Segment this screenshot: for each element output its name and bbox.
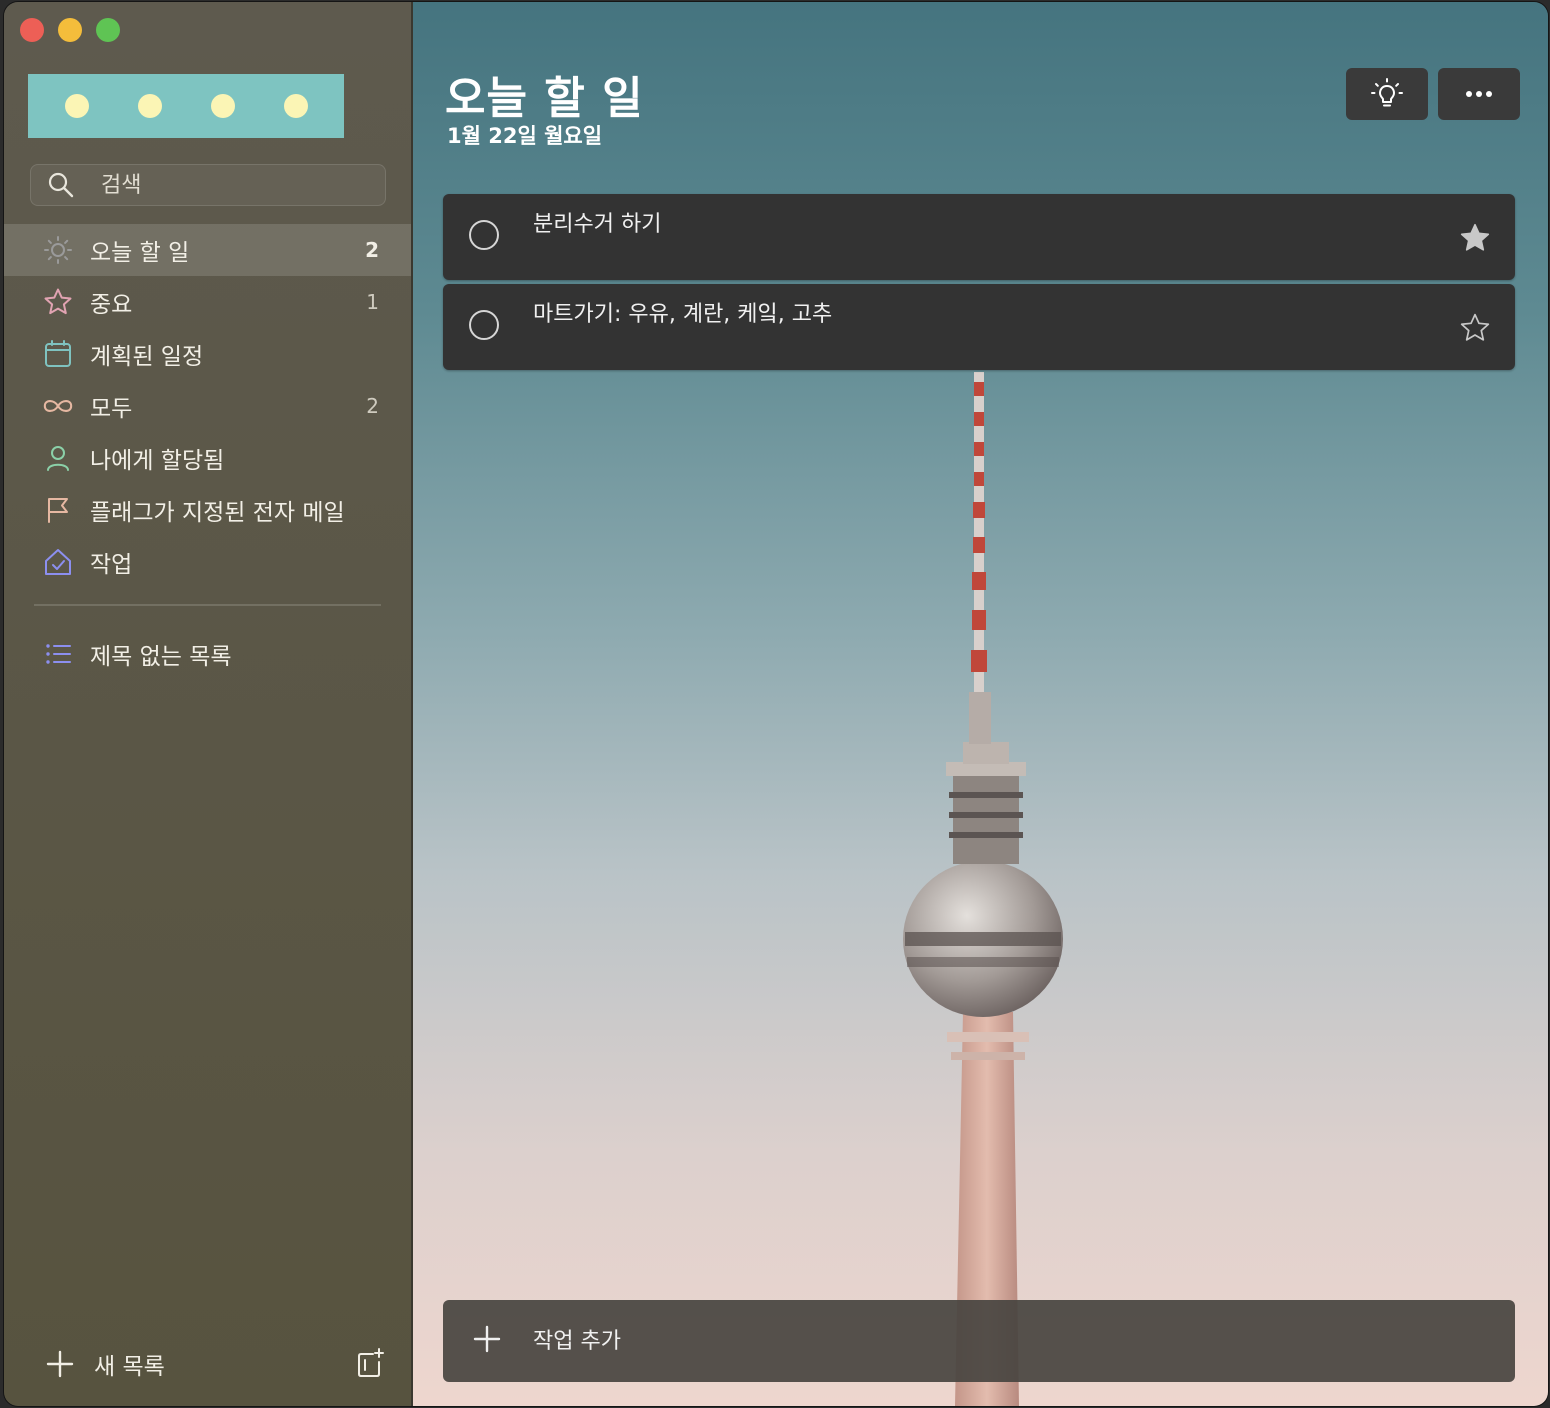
list-icon bbox=[46, 644, 71, 664]
sidebar-item-label: 계획된 일정 bbox=[90, 344, 204, 370]
sidebar-item-tasks[interactable]: 작업 bbox=[4, 536, 411, 588]
sidebar: 오늘 할 일 2 중요 1 bbox=[4, 2, 413, 1406]
page-title: 오늘 할 일 bbox=[445, 73, 644, 124]
task-complete-checkbox[interactable] bbox=[469, 220, 499, 250]
sidebar-item-my-day[interactable]: 오늘 할 일 2 bbox=[4, 224, 411, 276]
star-filled-icon bbox=[1460, 223, 1490, 251]
home-check-icon bbox=[45, 549, 71, 575]
close-window-button[interactable] bbox=[20, 18, 44, 42]
task-importance-toggle[interactable] bbox=[1459, 222, 1491, 258]
sun-icon bbox=[44, 236, 72, 264]
search-input[interactable] bbox=[99, 171, 363, 199]
new-group-button[interactable] bbox=[355, 1348, 385, 1384]
minimize-window-button[interactable] bbox=[58, 18, 82, 42]
maximize-window-button[interactable] bbox=[96, 18, 120, 42]
main-pane: 오늘 할 일 1월 22일 월요일 분리수거 하기 마트가기: 우유, 계란, … bbox=[413, 2, 1548, 1406]
sidebar-item-label: 중요 bbox=[90, 292, 133, 318]
lightbulb-icon bbox=[1371, 78, 1403, 107]
page-date: 1월 22일 월요일 bbox=[447, 124, 603, 148]
sidebar-item-label: 제목 없는 목록 bbox=[90, 644, 232, 670]
account-banner[interactable] bbox=[28, 74, 344, 138]
sidebar-item-label: 작업 bbox=[90, 552, 133, 578]
ellipsis-icon bbox=[1466, 91, 1492, 97]
window-controls bbox=[20, 18, 120, 42]
add-task-input[interactable] bbox=[531, 1327, 1435, 1355]
sidebar-item-all[interactable]: 모두 2 bbox=[4, 380, 411, 432]
infinity-icon bbox=[43, 400, 73, 412]
new-group-icon bbox=[358, 1348, 384, 1377]
sidebar-item-count: 2 bbox=[365, 238, 379, 262]
task-complete-checkbox[interactable] bbox=[469, 310, 499, 340]
search-box[interactable] bbox=[30, 164, 386, 206]
sidebar-item-label: 나에게 할당됨 bbox=[90, 448, 225, 474]
app-window: 오늘 할 일 2 중요 1 bbox=[4, 2, 1548, 1406]
plus-icon bbox=[46, 1350, 74, 1378]
sidebar-item-label: 오늘 할 일 bbox=[90, 240, 190, 266]
task-title: 마트가기: 우유, 계란, 케잌, 고추 bbox=[533, 302, 833, 327]
search-icon bbox=[48, 172, 74, 198]
sidebar-item-untitled-list[interactable]: 제목 없는 목록 bbox=[4, 628, 411, 680]
suggestions-button[interactable] bbox=[1346, 68, 1428, 120]
flag-icon bbox=[48, 498, 68, 523]
task-item[interactable]: 마트가기: 우유, 계란, 케잌, 고추 bbox=[443, 284, 1515, 370]
sidebar-item-label: 플래그가 지정된 전자 메일 bbox=[90, 500, 345, 526]
star-icon bbox=[44, 288, 72, 315]
sidebar-item-important[interactable]: 중요 1 bbox=[4, 276, 411, 328]
star-icon bbox=[1460, 313, 1490, 341]
task-item[interactable]: 분리수거 하기 bbox=[443, 194, 1515, 280]
banner-dot bbox=[137, 94, 162, 118]
sidebar-divider bbox=[34, 604, 381, 606]
banner-dot bbox=[283, 94, 308, 118]
person-icon bbox=[47, 446, 69, 471]
calendar-icon bbox=[45, 340, 71, 367]
sidebar-item-planned[interactable]: 계획된 일정 bbox=[4, 328, 411, 380]
sidebar-item-count: 2 bbox=[366, 394, 379, 418]
sidebar-nav: 오늘 할 일 2 중요 1 계획된 일정 모두 2 나에게 할당됨 플래그가 지… bbox=[4, 224, 411, 680]
task-title: 분리수거 하기 bbox=[533, 212, 662, 237]
sidebar-item-count: 1 bbox=[366, 290, 379, 314]
plus-icon bbox=[473, 1325, 501, 1353]
add-task-bar[interactable] bbox=[443, 1300, 1515, 1382]
new-list-label: 새 목록 bbox=[94, 1354, 165, 1380]
sidebar-item-label: 모두 bbox=[90, 396, 133, 422]
banner-dot bbox=[64, 94, 89, 118]
task-list: 분리수거 하기 마트가기: 우유, 계란, 케잌, 고추 bbox=[443, 194, 1515, 374]
sidebar-item-flagged-email[interactable]: 플래그가 지정된 전자 메일 bbox=[4, 484, 411, 536]
task-importance-toggle[interactable] bbox=[1459, 312, 1491, 348]
banner-dot bbox=[210, 94, 235, 118]
new-list-button[interactable]: 새 목록 bbox=[4, 1342, 411, 1386]
sidebar-item-assigned[interactable]: 나에게 할당됨 bbox=[4, 432, 411, 484]
more-options-button[interactable] bbox=[1438, 68, 1520, 120]
